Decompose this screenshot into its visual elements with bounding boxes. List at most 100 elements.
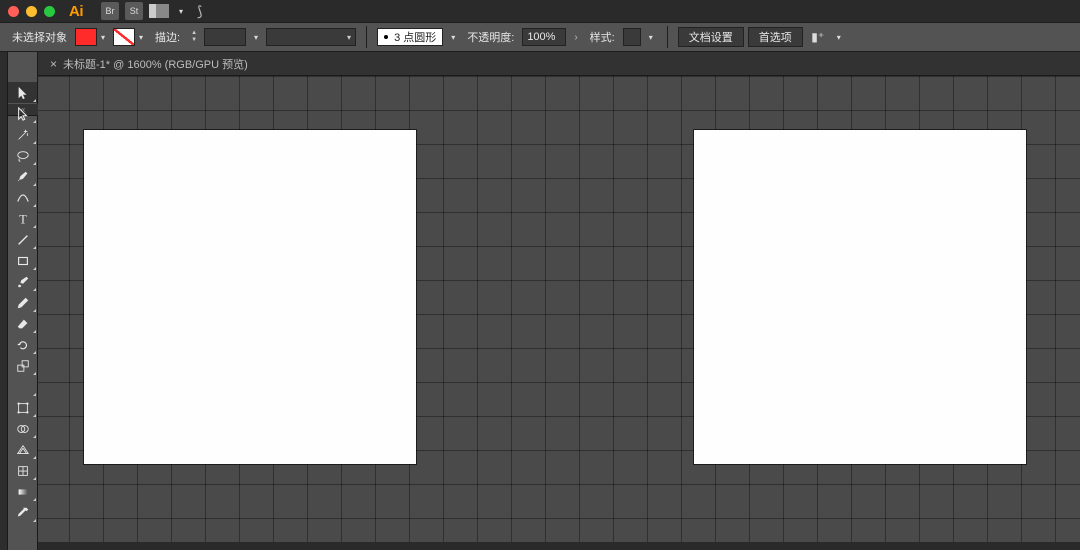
arrange-documents-icon[interactable] [149,4,169,18]
opacity-label: 不透明度: [467,29,514,45]
opacity-input[interactable] [522,28,566,46]
svg-text:T: T [19,212,27,226]
stroke-weight-stepper[interactable]: ▲▼ [188,28,200,46]
divider [366,26,367,48]
rotate-tool[interactable] [8,334,37,355]
rotate-tool-icon [16,338,30,352]
macos-titlebar: Ai Br St ▾ ⟆ [0,0,1080,22]
document-setup-button[interactable]: 文档设置 [678,27,744,47]
rectangle-tool[interactable] [8,250,37,271]
stock-app-icon[interactable]: St [125,2,143,20]
shape-builder-tool[interactable] [8,418,37,439]
magic-wand-tool[interactable] [8,124,37,145]
shape-builder-tool-icon [16,422,30,436]
stroke-swatch-none-icon [114,29,134,45]
mesh-tool[interactable] [8,460,37,481]
bridge-app-icon[interactable]: Br [101,2,119,20]
brush-dot-icon [384,35,388,39]
direct-selection-tool[interactable] [8,103,37,124]
divider [667,26,668,48]
artboard-2[interactable] [694,130,1026,464]
close-tab-icon[interactable]: × [50,57,57,71]
style-label: 样式: [590,29,615,45]
document-tab[interactable]: × 未标题-1* @ 1600% (RGB/GPU 预览) [46,52,252,75]
perspective-grid-tool[interactable] [8,439,37,460]
brush-dropdown-caret-icon[interactable]: ▾ [447,33,459,42]
selection-tool-icon [16,86,30,100]
lasso-tool-icon [16,149,30,163]
curvature-tool[interactable] [8,187,37,208]
document-tab-title: 未标题-1* @ 1600% (RGB/GPU 预览) [63,56,248,72]
horizontal-scrollbar[interactable] [38,542,1080,550]
type-tool-icon: T [16,212,30,226]
paintbrush-tool[interactable] [8,271,37,292]
width-tool-icon [16,380,30,394]
mesh-tool-icon [16,464,30,478]
arrange-documents-caret-icon[interactable]: ▾ [175,7,187,16]
selection-tool[interactable] [8,82,37,103]
type-tool[interactable]: T [8,208,37,229]
lasso-tool[interactable] [8,145,37,166]
window-maximize-button[interactable] [44,6,55,17]
canvas-area[interactable] [38,76,1080,550]
free-transform-tool[interactable] [8,397,37,418]
width-tool[interactable] [8,376,37,397]
perspective-grid-tool-icon [16,443,30,457]
titlebar-quick-apps: Br St ▾ ⟆ [101,2,202,20]
eraser-tool-icon [16,317,30,331]
line-segment-tool-icon [16,233,30,247]
app-logo: Ai [69,3,83,20]
brush-definition-dropdown[interactable]: 3 点圆形 [377,28,443,46]
artboard-1[interactable] [84,130,416,464]
stroke-label: 描边: [155,29,180,45]
main-area: « T × 未标题-1* @ 1600% (RGB/GPU 预览) [0,52,1080,550]
pencil-tool-icon [16,296,30,310]
fill-dropdown-caret-icon[interactable]: ▾ [97,33,109,42]
control-bar: 未选择对象 ▾ ▾ 描边: ▲▼ ▾ ▾ 3 点圆形 ▾ 不透明度: › 样式:… [0,22,1080,52]
gradient-tool-icon [16,485,30,499]
document-tab-bar: × 未标题-1* @ 1600% (RGB/GPU 预览) [38,52,1080,76]
eyedropper-tool[interactable] [8,502,37,523]
direct-selection-tool-icon [16,107,30,121]
paintbrush-tool-icon [16,275,30,289]
fill-swatch-color [76,29,96,45]
brush-name-label: 3 点圆形 [394,29,436,45]
opacity-panel-chevron-icon[interactable]: › [574,32,577,43]
gradient-tool[interactable] [8,481,37,502]
fill-swatch-control[interactable]: ▾ [75,28,109,46]
scale-tool-icon [16,359,30,373]
chevron-down-icon: ▾ [347,33,351,42]
window-minimize-button[interactable] [26,6,37,17]
stroke-weight-input[interactable] [204,28,246,46]
window-controls [8,6,55,17]
eyedropper-tool-icon [16,506,30,520]
curvature-tool-icon [16,191,30,205]
variable-width-profile-dropdown[interactable]: ▾ [266,28,356,46]
align-panel-icon[interactable]: ▮⁺ [807,28,829,46]
graphic-style-swatch[interactable] [623,28,641,46]
sync-settings-icon[interactable]: ⟆ [197,3,202,20]
free-transform-tool-icon [16,401,30,415]
style-dropdown-caret-icon[interactable]: ▾ [645,33,657,42]
pen-tool[interactable] [8,166,37,187]
document-setup-label: 文档设置 [689,29,733,45]
left-side-track [0,52,8,550]
scale-tool[interactable] [8,355,37,376]
eraser-tool[interactable] [8,313,37,334]
pencil-tool[interactable] [8,292,37,313]
rectangle-tool-icon [16,254,30,268]
preferences-label: 首选项 [759,29,792,45]
line-segment-tool[interactable] [8,229,37,250]
stroke-dropdown-caret-icon[interactable]: ▾ [135,33,147,42]
stroke-swatch-icon[interactable] [113,28,135,46]
stroke-swatch-control[interactable]: ▾ [113,28,147,46]
stroke-weight-caret-icon[interactable]: ▾ [250,33,262,42]
align-dropdown-caret-icon[interactable]: ▾ [833,33,845,42]
window-close-button[interactable] [8,6,19,17]
magic-wand-tool-icon [16,128,30,142]
tool-panel: T [8,52,38,550]
workspace: × 未标题-1* @ 1600% (RGB/GPU 预览) [38,52,1080,550]
preferences-button[interactable]: 首选项 [748,27,803,47]
fill-swatch-icon[interactable] [75,28,97,46]
pen-tool-icon [16,170,30,184]
